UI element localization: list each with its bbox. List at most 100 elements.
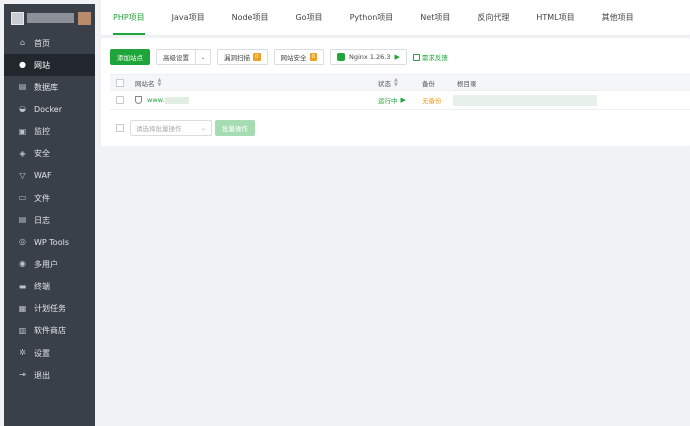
tab-5[interactable]: Net项目 <box>420 0 450 35</box>
project-tabs: PHP项目 Java项目 Node项目 Go项目 Python项目 Net项目 反向代理 HT… <box>101 0 690 36</box>
site-table: 网站名 ▲ ▼ 状态 ▲ ▼ 备份 根目录 www. 运行中 ▶ 无备份 <box>110 74 690 110</box>
calendar-icon: ▦ <box>18 303 27 313</box>
tab-3[interactable]: Go项目 <box>295 0 322 35</box>
column-backup-label: 备份 <box>422 79 435 88</box>
backup-cell[interactable]: 无备份 <box>422 95 442 105</box>
brand <box>4 4 95 32</box>
root-dir-cell[interactable] <box>453 94 597 106</box>
row-checkbox[interactable] <box>116 96 124 104</box>
waf-icon: ▽ <box>19 170 26 180</box>
gear-icon: ✲ <box>19 348 26 358</box>
site-security-count-badge: 0 <box>309 53 317 61</box>
log-icon: ▤ <box>18 215 27 225</box>
nginx-version: Nginx 1.26.3 <box>349 53 391 61</box>
add-site-label: 添加站点 <box>117 54 143 62</box>
ssl-shield-icon[interactable] <box>135 96 142 104</box>
backup-status: 无备份 <box>422 97 442 105</box>
sidebar-item-2[interactable]: ▤ 数据库 <box>4 76 95 98</box>
sidebar-item-4[interactable]: ▣ 监控 <box>4 121 95 143</box>
sidebar-item-label: Docker <box>34 104 63 114</box>
toolbar: 添加站点 高级设置 ⌄ 漏洞扫描 0 网站安全 0 Nginx 1.26.3 ▶… <box>110 49 448 65</box>
docker-icon: ◒ <box>19 104 26 114</box>
sidebar-item-label: 网站 <box>34 60 50 70</box>
table-header: 网站名 ▲ ▼ 状态 ▲ ▼ 备份 根目录 <box>110 74 690 91</box>
advanced-settings-label: 高级设置 <box>157 50 196 64</box>
sidebar-item-15[interactable]: ⇥ 退出 <box>4 364 95 386</box>
column-backup: 备份 <box>422 78 435 88</box>
sidebar-item-10[interactable]: ◉ 多用户 <box>4 253 95 275</box>
tab-7[interactable]: HTML项目 <box>536 0 574 35</box>
database-icon: ▤ <box>18 82 27 92</box>
logo-icon <box>11 11 24 25</box>
add-site-button[interactable]: 添加站点 <box>110 49 150 65</box>
sort-icon: ▲ ▼ <box>157 76 162 88</box>
main-panel: 添加站点 高级设置 ⌄ 漏洞扫描 0 网站安全 0 Nginx 1.26.3 ▶… <box>101 38 690 146</box>
terminal-icon: ▬ <box>18 281 27 291</box>
site-name-cell: www. <box>135 96 190 104</box>
sidebar-item-5[interactable]: ◈ 安全 <box>4 143 95 165</box>
monitor-icon: ▣ <box>18 126 27 136</box>
batch-select-checkbox[interactable] <box>116 124 124 132</box>
sidebar-item-7[interactable]: ▭ 文件 <box>4 187 95 209</box>
chevron-down-icon: ⌄ <box>200 124 206 132</box>
tab-4[interactable]: Python项目 <box>350 0 394 35</box>
globe-icon: ● <box>19 60 26 70</box>
sidebar-item-1[interactable]: ● 网站 <box>4 54 95 77</box>
select-all-checkbox[interactable] <box>116 78 124 87</box>
sidebar-item-label: 软件商店 <box>34 326 66 336</box>
tab-1[interactable]: Java项目 <box>172 0 205 35</box>
sidebar-item-0[interactable]: ⌂ 首页 <box>4 32 95 54</box>
batch-operation-button[interactable]: 批量操作 <box>215 120 255 136</box>
batch-actions: 请选择批量操作 ⌄ 批量操作 <box>110 120 261 136</box>
tab-2[interactable]: Node项目 <box>232 0 269 35</box>
sidebar-item-14[interactable]: ✲ 设置 <box>4 342 95 364</box>
sidebar-item-label: 监控 <box>34 127 50 137</box>
batch-operation-select[interactable]: 请选择批量操作 ⌄ <box>130 120 212 136</box>
tab-8[interactable]: 其他项目 <box>602 0 634 35</box>
sidebar-item-label: WP Tools <box>34 237 69 247</box>
feedback-icon <box>412 53 420 61</box>
play-icon: ▶ <box>400 96 406 104</box>
sidebar-item-3[interactable]: ◒ Docker <box>4 98 95 120</box>
wordpress-icon: ◎ <box>19 237 26 247</box>
server-name-redacted <box>27 13 74 23</box>
site-security-button[interactable]: 网站安全 0 <box>273 49 324 65</box>
vuln-scan-label: 漏洞扫描 <box>224 54 250 62</box>
avatar[interactable] <box>78 11 91 25</box>
tab-6[interactable]: 反向代理 <box>477 0 509 35</box>
site-security-label: 网站安全 <box>280 54 307 62</box>
sort-icon: ▲ ▼ <box>394 76 398 88</box>
nginx-service-button[interactable]: Nginx 1.26.3 ▶ <box>330 49 407 65</box>
tab-0[interactable]: PHP项目 <box>113 0 145 35</box>
advanced-settings-dropdown[interactable]: 高级设置 ⌄ <box>156 49 211 65</box>
site-link[interactable]: www. <box>147 96 164 104</box>
sidebar-item-9[interactable]: ◎ WP Tools <box>4 231 95 253</box>
nginx-icon <box>337 53 345 61</box>
sidebar-item-6[interactable]: ▽ WAF <box>4 165 95 187</box>
status-cell[interactable]: 运行中 ▶ <box>378 95 406 105</box>
sidebar-menu: ⌂ 首页 ● 网站 ▤ 数据库 ◒ Docker ▣ 监控 ◈ 安全 ▽ WAF ▭ 文件 ▤ 日志 ◎ WP Too… <box>4 32 95 386</box>
sidebar-item-label: 多用户 <box>34 259 58 269</box>
sidebar-item-13[interactable]: ▥ 软件商店 <box>4 320 95 342</box>
play-icon: ▶ <box>394 53 400 61</box>
column-site-name-label: 网站名 <box>135 79 155 88</box>
batch-operation-label: 批量操作 <box>222 125 248 133</box>
sidebar-item-label: 退出 <box>34 370 50 380</box>
sidebar-item-8[interactable]: ▤ 日志 <box>4 209 95 231</box>
sidebar-item-label: 设置 <box>34 348 50 358</box>
feedback-link[interactable]: 需求反馈 <box>412 52 448 62</box>
sidebar-item-label: 日志 <box>34 215 50 225</box>
column-site-name[interactable]: 网站名 ▲ ▼ <box>135 76 162 88</box>
vuln-scan-button[interactable]: 漏洞扫描 0 <box>217 49 268 65</box>
column-root-dir-label: 根目录 <box>457 79 477 88</box>
sidebar-item-11[interactable]: ▬ 终端 <box>4 276 95 298</box>
sidebar-item-label: 文件 <box>34 193 50 203</box>
feedback-label: 需求反馈 <box>421 54 448 62</box>
sidebar-item-12[interactable]: ▦ 计划任务 <box>4 298 95 320</box>
table-row: www. 运行中 ▶ 无备份 <box>110 91 690 110</box>
status-running: 运行中 <box>378 97 398 105</box>
column-root-dir: 根目录 <box>457 78 477 88</box>
column-status-label: 状态 <box>378 79 391 88</box>
column-status[interactable]: 状态 ▲ ▼ <box>378 76 398 88</box>
sidebar-item-label: 数据库 <box>34 82 58 92</box>
